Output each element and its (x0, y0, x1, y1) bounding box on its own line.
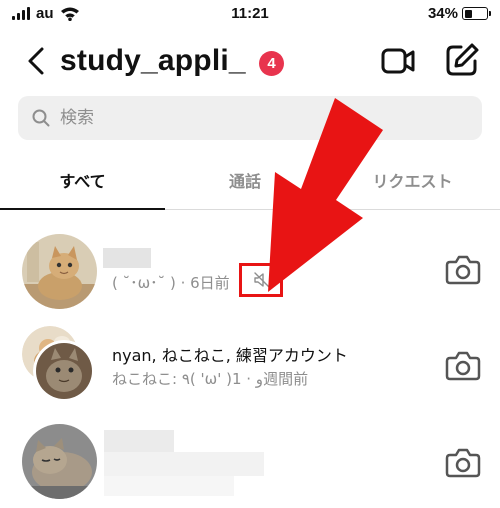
annotation-highlight-box (239, 263, 283, 297)
search-input[interactable] (60, 108, 460, 128)
compose-icon[interactable] (444, 42, 480, 78)
unread-badge: 4 (259, 51, 284, 76)
battery-icon (462, 7, 491, 20)
message-preview: ねこねこ: ٩( 'ω' )و · 1週間前 (112, 370, 309, 388)
search-icon (32, 109, 50, 127)
conversation-row[interactable]: nyan, ねこねこ, 練習アカウント ねこねこ: ٩( 'ω' )و · 1週… (0, 320, 500, 410)
tab-all[interactable]: すべて (0, 168, 165, 192)
account-title[interactable]: study_appli_ (60, 44, 246, 78)
battery-level (464, 9, 472, 18)
camera-icon[interactable] (443, 345, 483, 385)
clock: 11:21 (231, 5, 269, 22)
redacted-name (103, 248, 151, 268)
search-bar[interactable] (18, 96, 482, 140)
conversation-name: nyan, ねこねこ, 練習アカウント (112, 346, 348, 365)
avatar (22, 234, 97, 309)
video-camera-icon[interactable] (380, 44, 416, 78)
tab-requests[interactable]: リクエスト (325, 168, 500, 192)
redacted-preview (104, 452, 264, 476)
active-tab-indicator (0, 208, 165, 210)
conversation-row[interactable] (0, 420, 500, 508)
redacted-name (104, 430, 174, 452)
message-preview: ( ˘･ω･˘ ) · 6日前 (112, 274, 230, 292)
redacted-preview (104, 476, 234, 496)
camera-icon[interactable] (443, 442, 483, 482)
avatar (33, 340, 95, 402)
tab-calls[interactable]: 通話 (165, 168, 325, 192)
chat-list-header: study_appli_ 4 (0, 36, 500, 86)
avatar (22, 424, 97, 499)
chevron-left-icon[interactable] (22, 44, 52, 78)
conversation-row[interactable]: ( ˘･ω･˘ ) · 6日前 (0, 224, 500, 314)
camera-icon[interactable] (443, 249, 483, 289)
status-bar: au 11:21 34% (0, 0, 500, 30)
battery-percent: 34% (427, 5, 458, 22)
inbox-tabs: すべて 通話 リクエスト (0, 150, 500, 210)
